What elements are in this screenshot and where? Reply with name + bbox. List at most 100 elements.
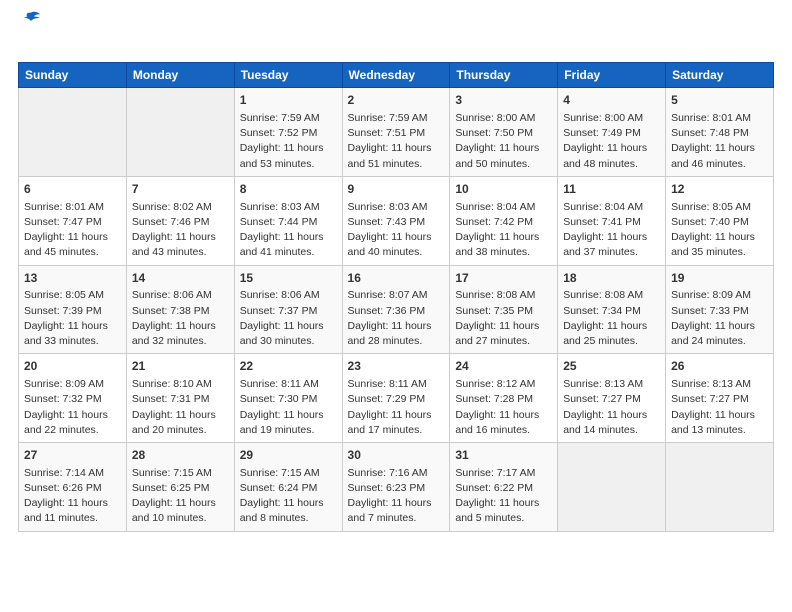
day-info: Sunrise: 8:11 AM Sunset: 7:30 PM Dayligh… [240, 377, 337, 438]
weekday-header-wednesday: Wednesday [342, 63, 450, 88]
day-number: 31 [455, 447, 552, 464]
calendar-cell: 7Sunrise: 8:02 AM Sunset: 7:46 PM Daylig… [126, 176, 234, 265]
calendar-cell: 19Sunrise: 8:09 AM Sunset: 7:33 PM Dayli… [666, 265, 774, 354]
day-number: 11 [563, 181, 660, 198]
day-number: 13 [24, 270, 121, 287]
day-info: Sunrise: 8:08 AM Sunset: 7:35 PM Dayligh… [455, 288, 552, 349]
day-info: Sunrise: 8:06 AM Sunset: 7:37 PM Dayligh… [240, 288, 337, 349]
day-info: Sunrise: 8:09 AM Sunset: 7:33 PM Dayligh… [671, 288, 768, 349]
day-info: Sunrise: 8:10 AM Sunset: 7:31 PM Dayligh… [132, 377, 229, 438]
week-row-3: 13Sunrise: 8:05 AM Sunset: 7:39 PM Dayli… [19, 265, 774, 354]
day-info: Sunrise: 8:01 AM Sunset: 7:48 PM Dayligh… [671, 111, 768, 172]
calendar-cell: 18Sunrise: 8:08 AM Sunset: 7:34 PM Dayli… [558, 265, 666, 354]
day-number: 12 [671, 181, 768, 198]
day-info: Sunrise: 8:13 AM Sunset: 7:27 PM Dayligh… [563, 377, 660, 438]
calendar-cell: 11 Sunrise: 8:04 AM Sunset: 7:41 PM Dayli… [558, 176, 666, 265]
day-info: Sunrise: 8:05 AM Sunset: 7:40 PM Dayligh… [671, 200, 768, 261]
day-info: Sunrise: 8:04 AM Sunset: 7:41 PM Dayligh… [563, 200, 660, 261]
day-number: 2 [348, 92, 445, 109]
calendar-body: 1 Sunrise: 7:59 AM Sunset: 7:52 PM Daylig… [19, 88, 774, 531]
day-number: 18 [563, 270, 660, 287]
logo-bird-icon [20, 10, 42, 32]
calendar-cell: 12 Sunrise: 8:05 AM Sunset: 7:40 PM Dayli… [666, 176, 774, 265]
calendar-cell: 30 Sunrise: 7:16 AM Sunset: 6:23 PM Dayli… [342, 442, 450, 531]
calendar-cell: 20 Sunrise: 8:09 AM Sunset: 7:32 PM Dayli… [19, 354, 127, 443]
day-info: Sunrise: 8:03 AM Sunset: 7:43 PM Dayligh… [348, 200, 445, 261]
day-number: 30 [348, 447, 445, 464]
day-info: Sunrise: 8:13 AM Sunset: 7:27 PM Dayligh… [671, 377, 768, 438]
day-number: 24 [455, 358, 552, 375]
day-info: Sunrise: 7:16 AM Sunset: 6:23 PM Dayligh… [348, 466, 445, 527]
day-info: Sunrise: 8:00 AM Sunset: 7:49 PM Dayligh… [563, 111, 660, 172]
day-info: Sunrise: 8:09 AM Sunset: 7:32 PM Dayligh… [24, 377, 121, 438]
weekday-row: SundayMondayTuesdayWednesdayThursdayFrid… [19, 63, 774, 88]
weekday-header-friday: Friday [558, 63, 666, 88]
week-row-5: 27Sunrise: 7:14 AM Sunset: 6:26 PM Dayli… [19, 442, 774, 531]
calendar-cell [126, 88, 234, 177]
day-info: Sunrise: 7:59 AM Sunset: 7:52 PM Dayligh… [240, 111, 337, 172]
calendar-page: SundayMondayTuesdayWednesdayThursdayFrid… [0, 0, 792, 542]
calendar-cell: 28Sunrise: 7:15 AM Sunset: 6:25 PM Dayli… [126, 442, 234, 531]
calendar-cell: 16Sunrise: 8:07 AM Sunset: 7:36 PM Dayli… [342, 265, 450, 354]
weekday-header-sunday: Sunday [19, 63, 127, 88]
calendar-cell: 31 Sunrise: 7:17 AM Sunset: 6:22 PM Dayli… [450, 442, 558, 531]
day-number: 16 [348, 270, 445, 287]
day-info: Sunrise: 8:03 AM Sunset: 7:44 PM Dayligh… [240, 200, 337, 261]
day-number: 14 [132, 270, 229, 287]
calendar-cell: 9 Sunrise: 8:03 AM Sunset: 7:43 PM Daylig… [342, 176, 450, 265]
calendar-cell: 2Sunrise: 7:59 AM Sunset: 7:51 PM Daylig… [342, 88, 450, 177]
calendar-cell: 3Sunrise: 8:00 AM Sunset: 7:50 PM Daylig… [450, 88, 558, 177]
calendar-cell: 21 Sunrise: 8:10 AM Sunset: 7:31 PM Dayli… [126, 354, 234, 443]
day-info: Sunrise: 8:02 AM Sunset: 7:46 PM Dayligh… [132, 200, 229, 261]
day-number: 4 [563, 92, 660, 109]
day-info: Sunrise: 7:15 AM Sunset: 6:24 PM Dayligh… [240, 466, 337, 527]
calendar-table: SundayMondayTuesdayWednesdayThursdayFrid… [18, 62, 774, 531]
calendar-cell: 17Sunrise: 8:08 AM Sunset: 7:35 PM Dayli… [450, 265, 558, 354]
day-number: 9 [348, 181, 445, 198]
day-number: 15 [240, 270, 337, 287]
calendar-cell: 10Sunrise: 8:04 AM Sunset: 7:42 PM Dayli… [450, 176, 558, 265]
day-number: 19 [671, 270, 768, 287]
day-info: Sunrise: 7:17 AM Sunset: 6:22 PM Dayligh… [455, 466, 552, 527]
day-number: 21 [132, 358, 229, 375]
day-number: 23 [348, 358, 445, 375]
weekday-header-saturday: Saturday [666, 63, 774, 88]
calendar-cell: 27Sunrise: 7:14 AM Sunset: 6:26 PM Dayli… [19, 442, 127, 531]
calendar-cell: 25 Sunrise: 8:13 AM Sunset: 7:27 PM Dayli… [558, 354, 666, 443]
day-info: Sunrise: 7:14 AM Sunset: 6:26 PM Dayligh… [24, 466, 121, 527]
week-row-2: 6 Sunrise: 8:01 AM Sunset: 7:47 PM Daylig… [19, 176, 774, 265]
calendar-cell: 4 Sunrise: 8:00 AM Sunset: 7:49 PM Daylig… [558, 88, 666, 177]
calendar-cell: 8 Sunrise: 8:03 AM Sunset: 7:44 PM Daylig… [234, 176, 342, 265]
day-number: 25 [563, 358, 660, 375]
calendar-cell: 26 Sunrise: 8:13 AM Sunset: 7:27 PM Dayli… [666, 354, 774, 443]
calendar-cell: 24 Sunrise: 8:12 AM Sunset: 7:28 PM Dayli… [450, 354, 558, 443]
calendar-cell: 22Sunrise: 8:11 AM Sunset: 7:30 PM Dayli… [234, 354, 342, 443]
day-number: 6 [24, 181, 121, 198]
day-number: 26 [671, 358, 768, 375]
day-info: Sunrise: 8:00 AM Sunset: 7:50 PM Dayligh… [455, 111, 552, 172]
weekday-header-tuesday: Tuesday [234, 63, 342, 88]
day-number: 1 [240, 92, 337, 109]
day-info: Sunrise: 8:12 AM Sunset: 7:28 PM Dayligh… [455, 377, 552, 438]
calendar-cell: 14Sunrise: 8:06 AM Sunset: 7:38 PM Dayli… [126, 265, 234, 354]
calendar-cell: 15Sunrise: 8:06 AM Sunset: 7:37 PM Dayli… [234, 265, 342, 354]
logo [18, 18, 42, 54]
calendar-cell: 6 Sunrise: 8:01 AM Sunset: 7:47 PM Daylig… [19, 176, 127, 265]
calendar-cell [558, 442, 666, 531]
day-info: Sunrise: 8:05 AM Sunset: 7:39 PM Dayligh… [24, 288, 121, 349]
header [18, 18, 774, 54]
calendar-cell [19, 88, 127, 177]
calendar-cell: 29Sunrise: 7:15 AM Sunset: 6:24 PM Dayli… [234, 442, 342, 531]
weekday-header-thursday: Thursday [450, 63, 558, 88]
day-info: Sunrise: 8:06 AM Sunset: 7:38 PM Dayligh… [132, 288, 229, 349]
weekday-header-monday: Monday [126, 63, 234, 88]
day-info: Sunrise: 8:01 AM Sunset: 7:47 PM Dayligh… [24, 200, 121, 261]
day-number: 5 [671, 92, 768, 109]
day-number: 20 [24, 358, 121, 375]
day-info: Sunrise: 8:11 AM Sunset: 7:29 PM Dayligh… [348, 377, 445, 438]
day-number: 10 [455, 181, 552, 198]
day-number: 8 [240, 181, 337, 198]
week-row-1: 1 Sunrise: 7:59 AM Sunset: 7:52 PM Daylig… [19, 88, 774, 177]
calendar-cell: 5 Sunrise: 8:01 AM Sunset: 7:48 PM Daylig… [666, 88, 774, 177]
calendar-header: SundayMondayTuesdayWednesdayThursdayFrid… [19, 63, 774, 88]
